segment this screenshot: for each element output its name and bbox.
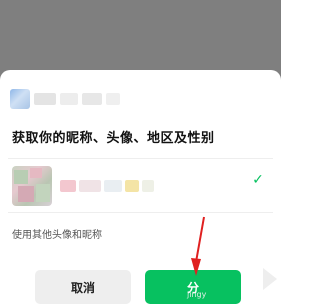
watermark: jingy xyxy=(187,290,207,299)
cancel-button[interactable]: 取消 xyxy=(35,270,131,304)
avatar xyxy=(12,165,52,206)
app-name-blurred xyxy=(60,93,78,105)
nickname-blurred xyxy=(60,179,154,192)
app-name-blurred xyxy=(34,93,56,105)
app-name-blurred xyxy=(82,93,102,105)
profile-option[interactable]: ✓ xyxy=(8,158,273,213)
app-identity xyxy=(10,88,120,110)
use-other-profile-link[interactable]: 使用其他头像和昵称 xyxy=(12,226,102,241)
permission-heading: 获取你的昵称、头像、地区及性别 xyxy=(12,131,215,146)
check-icon: ✓ xyxy=(252,172,264,188)
mini-program-icon xyxy=(10,89,30,109)
app-name-blurred xyxy=(106,93,120,105)
next-arrow-icon[interactable] xyxy=(263,268,277,290)
